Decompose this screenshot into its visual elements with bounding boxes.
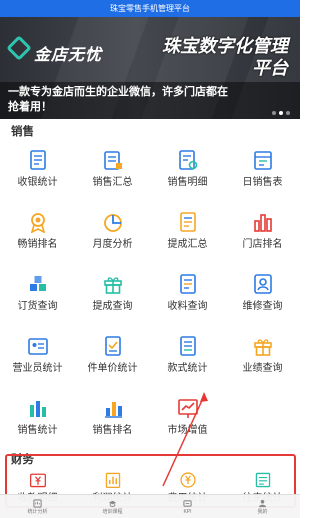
finance-section-title: 财务 xyxy=(11,454,34,466)
tab-2[interactable]: KPI xyxy=(150,495,225,518)
yen-card-icon xyxy=(29,473,46,488)
sales-item-label: 件单价统计 xyxy=(87,363,138,374)
brand-logo-icon xyxy=(6,35,32,61)
ledger-icon xyxy=(255,472,270,488)
sales-item-12[interactable]: 营业员统计 xyxy=(0,323,75,385)
market-growth-icon xyxy=(177,399,198,418)
sales-item-0[interactable]: 收银统计 xyxy=(0,137,75,199)
commission-doc-icon xyxy=(179,212,196,232)
sales-item-label: 提成汇总 xyxy=(167,239,208,250)
repair-icon xyxy=(253,274,272,294)
tab-0[interactable]: 统计分析 xyxy=(0,495,75,518)
sales-section-title: 销售 xyxy=(11,126,34,138)
sales-item-label: 收料查询 xyxy=(167,301,208,312)
sales-item-label: 提成查询 xyxy=(92,301,133,312)
sales-bars-icon xyxy=(29,401,46,417)
sales-grid: 收银统计 销售汇总 销售明细 日销售表畅销排名 月度分析 提成汇总 门店排名订货查询 提成查询… xyxy=(0,137,300,447)
sales-item-label: 订货查询 xyxy=(17,301,58,312)
tab-label: 统计分析 xyxy=(27,508,48,515)
receive-doc-icon xyxy=(179,274,196,294)
app-title-bar: 珠宝零售手机管理平台 xyxy=(0,0,300,17)
promo-banner[interactable]: 金店无忧 珠宝数字化管理平台 一款专为金店而生的企业微信，许多门店都在 抢着用！ xyxy=(0,17,300,119)
gift-icon xyxy=(103,277,122,294)
sales-item-4[interactable]: 畅销排名 xyxy=(0,199,75,261)
sales-item-label: 市场增值 xyxy=(167,425,208,436)
banner-slogan: 珠宝数字化管理平台 xyxy=(162,36,288,78)
medal-icon xyxy=(30,213,45,233)
sales-item-3[interactable]: 日销售表 xyxy=(225,137,300,199)
app-title: 珠宝零售手机管理平台 xyxy=(110,4,190,13)
sales-item-17[interactable]: 销售排名 xyxy=(75,385,150,447)
sales-item-2[interactable]: 销售明细 xyxy=(150,137,225,199)
performance-gift-icon xyxy=(253,339,272,356)
sales-item-1[interactable]: 销售汇总 xyxy=(75,137,150,199)
sales-item-18[interactable]: 市场增值 xyxy=(150,385,225,447)
tab-label: 培训课程 xyxy=(102,508,123,515)
sales-item-label: 日销售表 xyxy=(242,177,283,188)
sales-item-label: 款式统计 xyxy=(167,363,208,374)
bottom-tab-bar: 统计分析 培训课程 KPI 我的 xyxy=(0,494,300,518)
style-doc-icon xyxy=(179,336,196,356)
bar-rank-icon xyxy=(253,214,272,232)
sales-item-label: 销售汇总 xyxy=(92,177,133,188)
banner-logo-text: 金店无忧 xyxy=(34,47,103,64)
sales-item-label: 收银统计 xyxy=(17,177,58,188)
tab-label: KPI xyxy=(183,508,192,515)
sales-rank-icon xyxy=(104,402,122,418)
sales-item-label: 销售明细 xyxy=(167,177,208,188)
sales-item-label: 营业员统计 xyxy=(12,363,63,374)
pie-chart-icon xyxy=(103,214,122,232)
sales-item-label: 销售排名 xyxy=(92,425,133,436)
sales-item-13[interactable]: 件单价统计 xyxy=(75,323,150,385)
price-doc-icon xyxy=(104,336,121,356)
tab-label: 我的 xyxy=(257,508,268,515)
yen-coin-icon xyxy=(179,472,196,488)
sales-item-14[interactable]: 款式统计 xyxy=(150,323,225,385)
sales-item-9[interactable]: 提成查询 xyxy=(75,261,150,323)
banner-pager xyxy=(272,111,290,115)
daily-sheet-icon xyxy=(253,151,272,170)
sales-item-16[interactable]: 销售统计 xyxy=(0,385,75,447)
sales-item-11[interactable]: 维修查询 xyxy=(225,261,300,323)
sales-item-10[interactable]: 收料查询 xyxy=(150,261,225,323)
register-icon xyxy=(29,150,46,170)
sales-item-7[interactable]: 门店排名 xyxy=(225,199,300,261)
profit-bars-icon xyxy=(105,472,120,489)
sales-item-label: 门店排名 xyxy=(242,239,283,250)
sales-item-15[interactable]: 业绩查询 xyxy=(225,323,300,385)
banner-caption-line2: 抢着用！ xyxy=(8,101,52,113)
summary-doc-icon xyxy=(103,151,122,170)
sales-item-label: 畅销排名 xyxy=(17,239,58,250)
course-tab-icon xyxy=(108,500,117,507)
profile-tab-icon xyxy=(258,499,267,507)
staff-card-icon xyxy=(27,338,48,355)
kpi-tab-icon xyxy=(183,499,192,507)
sales-item-label: 业绩查询 xyxy=(242,363,283,374)
detail-doc-icon xyxy=(178,150,197,170)
sales-item-label: 月度分析 xyxy=(92,239,133,250)
banner-caption: 一款专为金店而生的企业微信，许多门店都在 抢着用！ xyxy=(0,82,300,119)
cubes-icon xyxy=(29,276,46,291)
sales-item-label: 维修查询 xyxy=(242,301,283,312)
tab-1[interactable]: 培训课程 xyxy=(75,495,150,518)
banner-caption-line1: 一款专为金店而生的企业微信，许多门店都在 xyxy=(8,86,228,98)
sales-item-label: 销售统计 xyxy=(17,425,58,436)
stats-tab-icon xyxy=(33,498,42,508)
tab-3[interactable]: 我的 xyxy=(225,495,300,518)
sales-item-5[interactable]: 月度分析 xyxy=(75,199,150,261)
sales-item-8[interactable]: 订货查询 xyxy=(0,261,75,323)
sales-item-6[interactable]: 提成汇总 xyxy=(150,199,225,261)
